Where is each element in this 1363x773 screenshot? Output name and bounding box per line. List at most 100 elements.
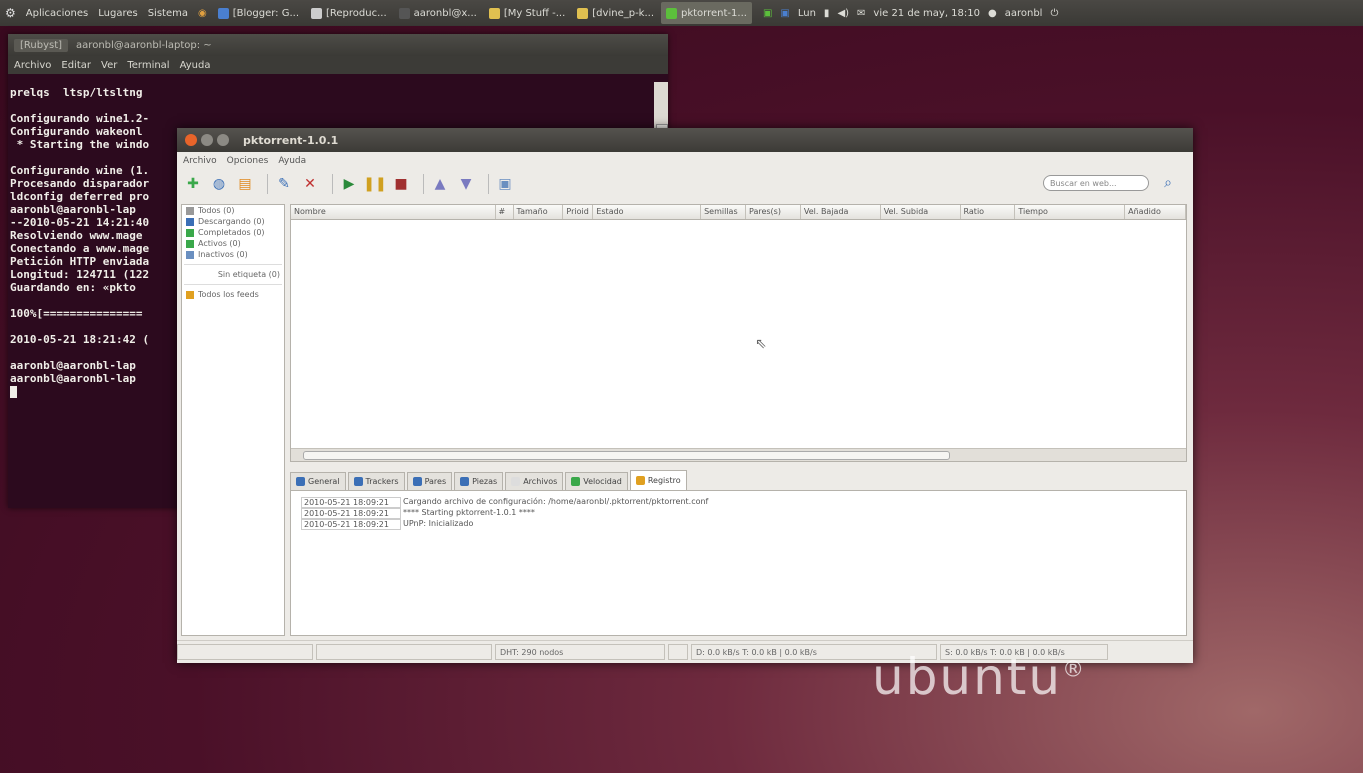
sidebar-item-filter[interactable]: Todos (0): [182, 205, 284, 216]
column-header[interactable]: Vel. Bajada: [801, 205, 881, 219]
panel-menu-system[interactable]: Sistema: [143, 8, 193, 19]
ubuntu-logo: ubuntu®: [872, 648, 1086, 706]
stop-icon[interactable]: ■: [391, 174, 411, 194]
torrent-list[interactable]: Nombre # Tamaño Prioid Estado Semillas Pares(s…: [290, 204, 1187, 462]
toolbar-separator: [332, 174, 333, 194]
detail-tab[interactable]: Velocidad: [565, 472, 628, 490]
window-icon: [217, 7, 229, 19]
search-icon[interactable]: ⌕: [1157, 173, 1179, 193]
taskbar-item-label: [My Stuff -...: [503, 7, 566, 19]
add-url-icon[interactable]: ◍: [209, 174, 229, 194]
minimize-icon[interactable]: [201, 134, 213, 146]
detail-tab[interactable]: General: [290, 472, 346, 490]
taskbar-item[interactable]: [My Stuff -...: [484, 2, 570, 24]
column-header[interactable]: Prioid: [563, 205, 594, 219]
column-header[interactable]: Ratio: [961, 205, 1016, 219]
column-header[interactable]: Semillas: [701, 205, 746, 219]
terminal-menu-help[interactable]: Ayuda: [180, 60, 211, 71]
taskbar-item[interactable]: [Blogger: G...: [213, 2, 304, 24]
sidebar-item-no-label[interactable]: Sin etiqueta (0): [182, 269, 284, 280]
system-tray: ▣ ▣ Lun ▮ ◀) ✉ vie 21 de may, 18:10 ● aa…: [759, 8, 1062, 19]
sidebar-item-label: Inactivos (0): [198, 250, 248, 259]
firefox-launcher-icon[interactable]: ◉: [193, 8, 212, 19]
move-down-icon[interactable]: ▼: [456, 174, 476, 194]
column-header[interactable]: Vel. Subida: [881, 205, 961, 219]
app-menu-help[interactable]: Ayuda: [278, 156, 306, 166]
torrent-list-hscrollbar[interactable]: [291, 448, 1186, 461]
column-header[interactable]: Tiempo: [1015, 205, 1126, 219]
mail-icon[interactable]: ✉: [853, 8, 869, 19]
clock[interactable]: vie 21 de may, 18:10: [869, 8, 984, 19]
detail-tab[interactable]: Registro: [629, 470, 687, 490]
tab-icon: [511, 477, 521, 486]
app-menu-options[interactable]: Opciones: [227, 156, 269, 166]
panel-menu-applications[interactable]: Aplicaciones: [21, 8, 93, 19]
search-input[interactable]: Buscar en web...: [1043, 175, 1149, 191]
terminal-menu-terminal[interactable]: Terminal: [127, 60, 169, 71]
sidebar-item-filter[interactable]: Activos (0): [182, 238, 284, 249]
column-header[interactable]: Tamaño: [514, 205, 564, 219]
remove-icon[interactable]: ✕: [300, 174, 320, 194]
edit-icon[interactable]: ✎: [274, 174, 294, 194]
close-icon[interactable]: [185, 134, 197, 146]
sidebar-item-filter[interactable]: Completados (0): [182, 227, 284, 238]
detail-tab[interactable]: Piezas: [454, 472, 504, 490]
user-icon[interactable]: ●: [984, 8, 1001, 19]
taskbar-item-label: aaronbl@x...: [413, 7, 477, 19]
taskbar-item[interactable]: pktorrent-1...: [661, 2, 752, 24]
column-header[interactable]: #: [496, 205, 514, 219]
sidebar-item-feeds[interactable]: Todos los feeds: [182, 289, 284, 300]
volume-icon[interactable]: ◀): [833, 8, 853, 19]
user-name[interactable]: aaronbl: [1001, 8, 1047, 19]
sidebar-item-filter[interactable]: Inactivos (0): [182, 249, 284, 260]
power-icon[interactable]: ⏻: [1046, 8, 1062, 19]
create-torrent-icon[interactable]: ▤: [235, 174, 255, 194]
window-icon: [488, 7, 500, 19]
add-torrent-icon[interactable]: ✚: [183, 174, 203, 194]
column-header[interactable]: Estado: [593, 205, 702, 219]
column-header[interactable]: Pares(s): [746, 205, 801, 219]
detail-tab-label: Registro: [647, 476, 681, 485]
detail-tab-label: Piezas: [472, 477, 498, 486]
terminal-cursor: [10, 386, 17, 398]
start-icon[interactable]: ▶: [339, 174, 359, 194]
terminal-title-tab[interactable]: [Rubyst]: [14, 38, 69, 52]
network-icon[interactable]: ▣: [759, 8, 776, 19]
terminal-titlebar[interactable]: [Rubyst] aaronbl@aaronbl-laptop: ~: [8, 34, 668, 56]
ubuntu-logo-icon[interactable]: ⚙: [0, 6, 21, 20]
keyboard-layout[interactable]: Lun: [794, 8, 820, 19]
app-menu-file[interactable]: Archivo: [183, 156, 217, 166]
mouse-pointer-icon: ⇖: [755, 336, 767, 352]
bluetooth-icon[interactable]: ▣: [776, 8, 793, 19]
detail-tab[interactable]: Trackers: [347, 472, 405, 490]
filter-icon: [186, 239, 194, 248]
column-header[interactable]: Nombre: [291, 205, 496, 219]
detail-tab[interactable]: Archivos: [505, 472, 564, 490]
terminal-menu-file[interactable]: Archivo: [14, 60, 51, 71]
sidebar-item-label: Todos (0): [198, 206, 235, 215]
panel-menu-places[interactable]: Lugares: [93, 8, 142, 19]
torrent-list-hscrollbar-thumb[interactable]: [303, 451, 950, 460]
move-up-icon[interactable]: ▲: [430, 174, 450, 194]
detail-tab-label: Archivos: [523, 477, 558, 486]
pause-icon[interactable]: ❚❚: [363, 174, 386, 194]
taskbar-item[interactable]: [Reproduc...: [306, 2, 392, 24]
torrent-list-header: Nombre # Tamaño Prioid Estado Semillas Pares(s…: [291, 205, 1186, 220]
preferences-icon[interactable]: ▣: [495, 174, 515, 194]
filter-icon: [186, 217, 194, 226]
detail-tab-label: Velocidad: [583, 477, 622, 486]
terminal-menu-edit[interactable]: Editar: [61, 60, 91, 71]
battery-icon[interactable]: ▮: [820, 8, 834, 19]
terminal-menu-view[interactable]: Ver: [101, 60, 117, 71]
column-header[interactable]: Añadido: [1125, 205, 1186, 219]
maximize-icon[interactable]: [217, 134, 229, 146]
app-titlebar[interactable]: pktorrent-1.0.1: [177, 128, 1193, 152]
taskbar-item[interactable]: [dvine_p-k...: [572, 2, 659, 24]
taskbar-item-label: [dvine_p-k...: [592, 7, 654, 19]
taskbar-item[interactable]: aaronbl@x...: [394, 2, 482, 24]
log-pane[interactable]: 2010-05-21 18:09:21 Cargando archivo de c…: [290, 490, 1187, 636]
detail-tab[interactable]: Pares: [406, 472, 453, 490]
statusbar-segment-empty: [316, 644, 492, 660]
log-timestamp: 2010-05-21 18:09:21: [301, 497, 401, 508]
sidebar-item-filter[interactable]: Descargando (0): [182, 216, 284, 227]
